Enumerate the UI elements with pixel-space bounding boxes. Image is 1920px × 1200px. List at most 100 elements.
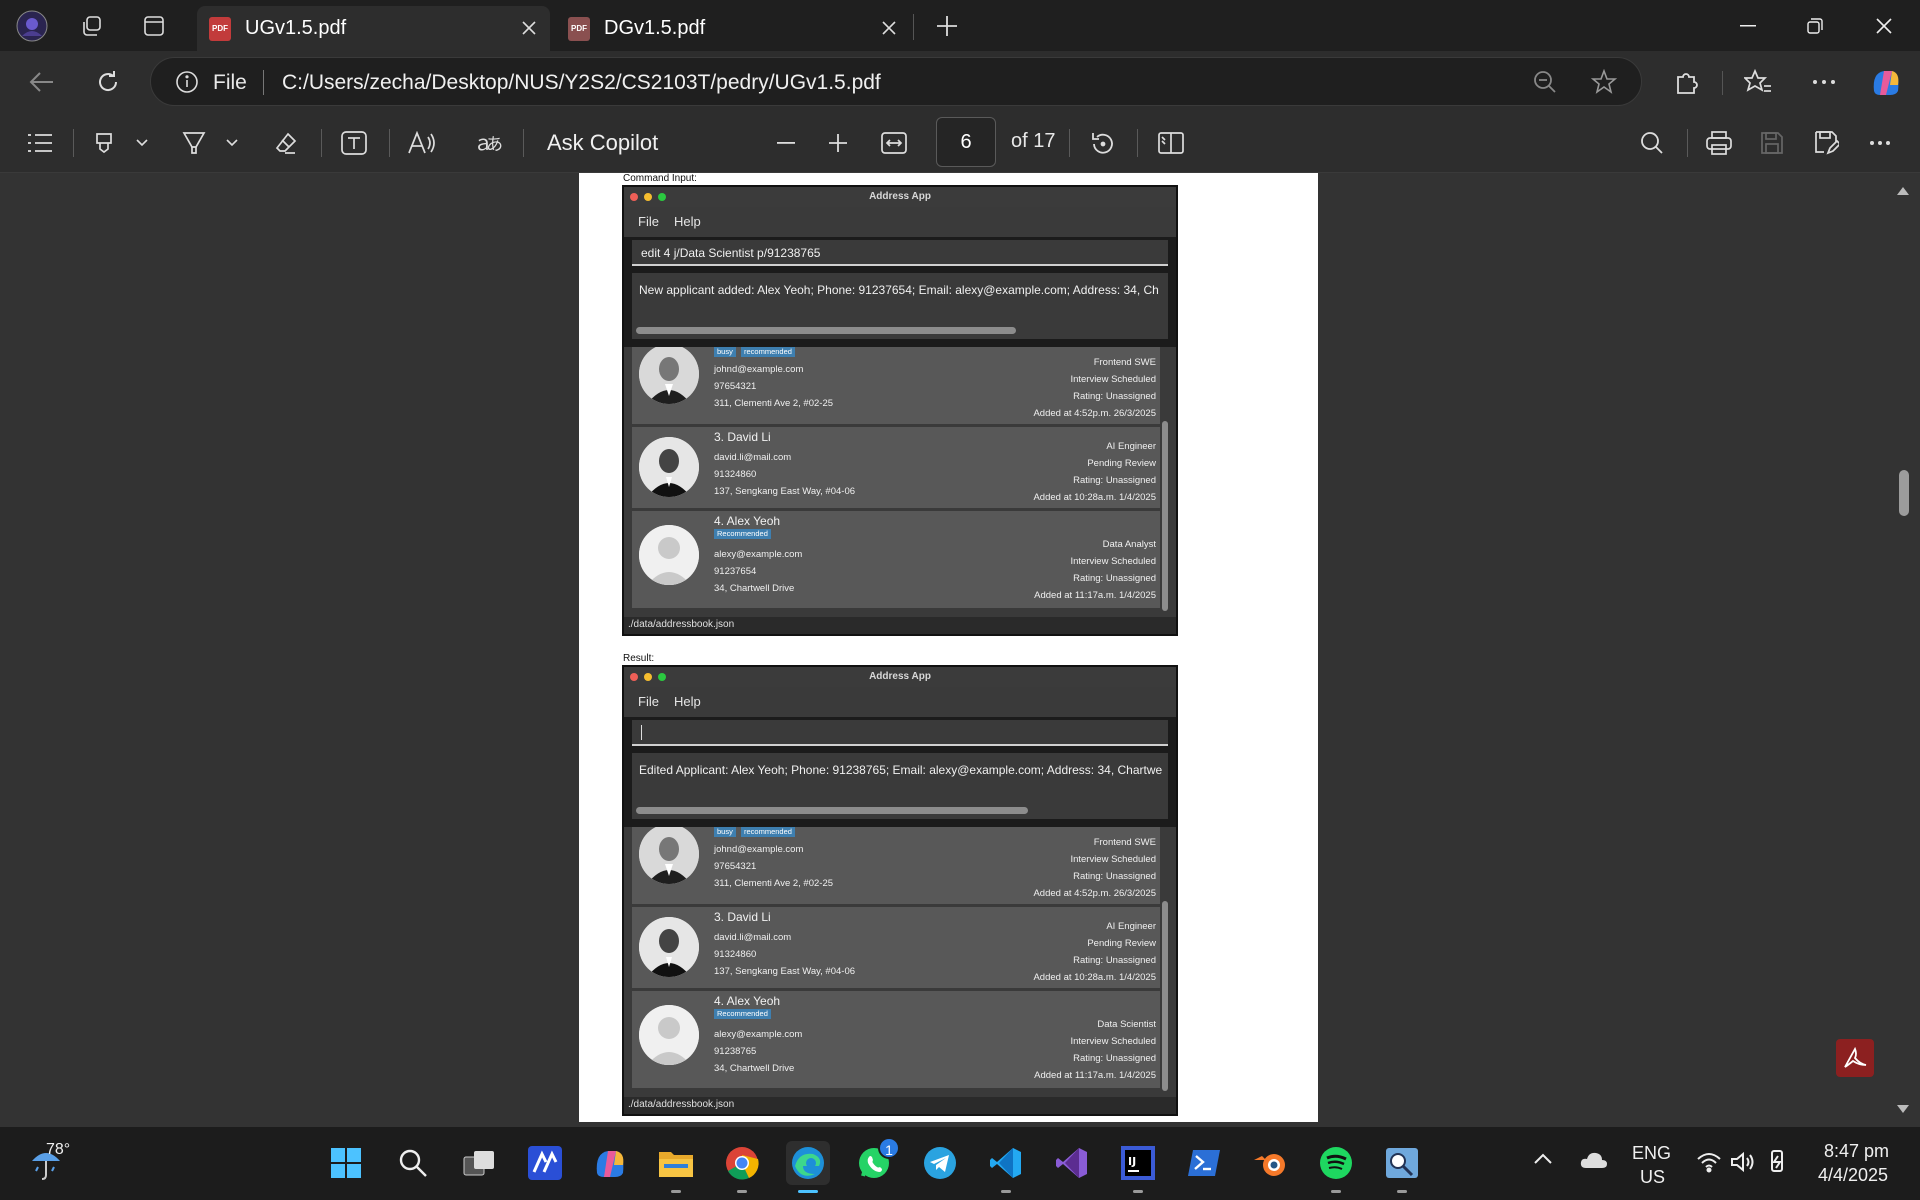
address-bar[interactable]: File C:/Users/zecha/Desktop/NUS/Y2S2/CS2…	[150, 57, 1642, 106]
result-display: New applicant added: Alex Yeoh; Phone: 9…	[632, 273, 1168, 339]
chrome-icon[interactable]	[720, 1141, 764, 1193]
start-button-icon[interactable]	[324, 1141, 368, 1185]
language-indicator-line1[interactable]: ENG	[1632, 1143, 1671, 1164]
translate-icon[interactable]: ａあ	[468, 123, 508, 163]
whatsapp-icon[interactable]: 1	[852, 1137, 900, 1185]
draw-icon[interactable]	[174, 123, 214, 163]
telegram-icon[interactable]	[918, 1141, 962, 1185]
workspaces-icon[interactable]	[74, 8, 110, 44]
info-icon[interactable]	[175, 70, 199, 94]
page-number-input[interactable]: 6	[936, 117, 996, 167]
zoom-in-plus-icon[interactable]	[818, 123, 858, 163]
wifi-icon[interactable]	[1696, 1151, 1722, 1173]
applicant-address: 137, Sengkang East Way, #04-06	[714, 486, 856, 497]
zoom-out-minus-icon[interactable]	[766, 123, 806, 163]
more-options-icon[interactable]	[1804, 62, 1844, 102]
extensions-icon[interactable]	[1666, 62, 1706, 102]
task-view-icon[interactable]	[457, 1141, 501, 1185]
applicant-photo	[639, 525, 699, 585]
applicant-email: david.li@mail.com	[714, 932, 792, 943]
running-indicator	[671, 1190, 681, 1193]
copilot-icon[interactable]	[1866, 62, 1906, 102]
battery-charging-icon[interactable]	[1764, 1149, 1790, 1175]
fit-to-width-icon[interactable]	[874, 123, 914, 163]
profile-avatar-icon[interactable]	[14, 8, 50, 44]
file-explorer-icon[interactable]	[654, 1141, 698, 1193]
vertical-scrollbar	[1162, 901, 1168, 1091]
page-view-icon[interactable]	[1151, 123, 1191, 163]
applicant-card: 3. David Li david.li@mail.com 91324860 1…	[632, 427, 1160, 508]
chevron-down-icon[interactable]	[212, 123, 252, 163]
command-box	[632, 720, 1168, 746]
applicant-rating: Rating: Unassigned	[1073, 871, 1156, 882]
rotate-icon[interactable]	[1083, 123, 1123, 163]
applicant-email: johnd@example.com	[714, 364, 804, 375]
copilot-app-icon[interactable]	[588, 1141, 632, 1185]
intellij-icon[interactable]: IJ	[1116, 1141, 1160, 1193]
volume-icon[interactable]	[1730, 1151, 1756, 1173]
app-menu-bar: File Help	[624, 207, 1176, 237]
weather-temperature[interactable]: 78°	[46, 1141, 70, 1159]
save-icon[interactable]	[1752, 123, 1792, 163]
table-of-contents-icon[interactable]	[20, 123, 60, 163]
search-icon[interactable]	[1632, 123, 1672, 163]
eraser-icon[interactable]	[266, 123, 306, 163]
vscode-icon[interactable]	[984, 1141, 1028, 1193]
blender-icon[interactable]	[1248, 1141, 1292, 1185]
close-tab-icon[interactable]	[516, 15, 542, 41]
applicant-added: Added at 11:17a.m. 1/4/2025	[1034, 1070, 1156, 1081]
new-tab-icon[interactable]	[929, 8, 965, 44]
more-options-icon[interactable]	[1860, 123, 1900, 163]
result-display: Edited Applicant: Alex Yeoh; Phone: 9123…	[632, 753, 1168, 819]
tab-ugv15[interactable]: PDF UGv1.5.pdf	[197, 6, 550, 51]
restore-icon[interactable]	[1783, 0, 1847, 51]
edge-icon[interactable]	[786, 1141, 830, 1193]
search-icon[interactable]	[391, 1141, 435, 1185]
vertical-scrollbar	[1162, 421, 1168, 611]
language-indicator-line2[interactable]: US	[1640, 1167, 1665, 1188]
pdf-viewer-area[interactable]: Command Input: Address App File Help edi…	[0, 173, 1920, 1126]
favorites-icon[interactable]	[1738, 62, 1778, 102]
add-text-icon[interactable]	[334, 123, 374, 163]
address-app-window-command: Address App File Help edit 4 j/Data Scie…	[622, 185, 1178, 636]
applicant-added: Added at 10:28a.m. 1/4/2025	[1033, 492, 1156, 503]
spotify-icon[interactable]	[1314, 1141, 1358, 1193]
chevron-down-icon[interactable]	[122, 123, 162, 163]
read-aloud-icon[interactable]	[402, 123, 442, 163]
applicant-added: Added at 4:52p.m. 26/3/2025	[1033, 888, 1156, 899]
applicant-email: johnd@example.com	[714, 844, 804, 855]
tab-actions-icon[interactable]	[136, 8, 172, 44]
onedrive-cloud-icon[interactable]	[1580, 1151, 1608, 1169]
url-text[interactable]: C:/Users/zecha/Desktop/NUS/Y2S2/CS2103T/…	[282, 71, 881, 95]
applicant-rating: Rating: Unassigned	[1073, 1053, 1156, 1064]
clock-time[interactable]: 8:47 pm	[1824, 1141, 1889, 1162]
chevron-up-icon[interactable]	[1533, 1153, 1553, 1165]
ask-copilot-button[interactable]: Ask Copilot	[547, 130, 658, 156]
close-window-icon[interactable]	[1852, 0, 1916, 51]
favorite-star-icon[interactable]	[1591, 69, 1617, 95]
highlight-icon[interactable]	[84, 123, 124, 163]
running-indicator	[798, 1190, 818, 1193]
visual-studio-icon[interactable]	[1050, 1141, 1094, 1185]
save-as-icon[interactable]	[1807, 123, 1847, 163]
minimize-icon[interactable]	[1716, 0, 1780, 51]
refresh-icon[interactable]	[88, 62, 128, 102]
clock-date[interactable]: 4/4/2025	[1818, 1165, 1888, 1186]
zoom-out-icon[interactable]	[1533, 70, 1557, 94]
applicant-email: alexy@example.com	[714, 1029, 803, 1040]
applicant-name: 3. David Li	[714, 910, 771, 924]
adobe-acrobat-icon[interactable]	[1836, 1039, 1874, 1077]
print-icon[interactable]	[1699, 123, 1739, 163]
pdf-vertical-scrollbar[interactable]	[1893, 173, 1913, 1126]
applicant-address: 137, Sengkang East Way, #04-06	[714, 966, 856, 977]
app-icon[interactable]	[523, 1141, 567, 1185]
back-arrow-icon[interactable]	[22, 62, 62, 102]
tab-dgv15[interactable]: PDF DGv1.5.pdf	[556, 6, 910, 51]
status-bar: ./data/addressbook.json	[624, 617, 1176, 634]
powershell-icon[interactable]	[1182, 1141, 1226, 1185]
snipping-tool-icon[interactable]	[1380, 1141, 1424, 1193]
close-tab-icon[interactable]	[876, 15, 902, 41]
applicant-card: 4. Alex Yeoh Recommended alexy@example.c…	[632, 991, 1160, 1088]
applicant-photo	[639, 827, 699, 884]
address-app-window-result: Address App File Help Edited Applicant: …	[622, 665, 1178, 1116]
